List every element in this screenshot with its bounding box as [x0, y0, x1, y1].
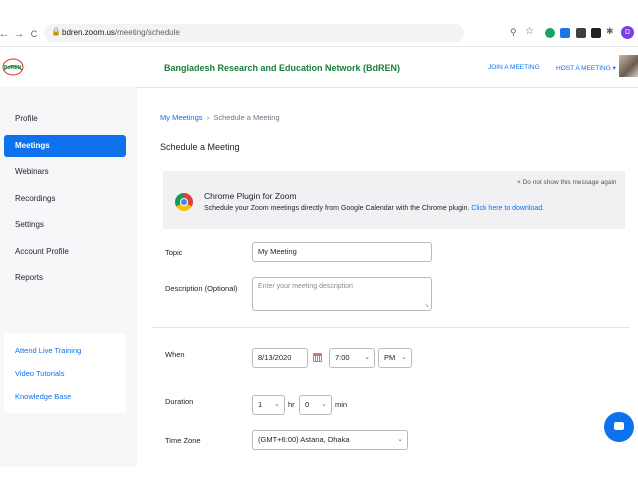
hours-value: 1	[258, 400, 263, 409]
description-textarea[interactable]: Enter your meeting description ↘	[252, 277, 432, 311]
lock-icon: 🔒	[51, 27, 61, 36]
app-header: BdREN Bangladesh Research and Education …	[0, 46, 638, 88]
back-button[interactable]: ←	[0, 27, 10, 41]
breadcrumb-my-meetings[interactable]: My Meetings	[160, 113, 203, 122]
minutes-value: 0	[305, 400, 310, 409]
extension-dark-icon[interactable]	[591, 28, 601, 38]
duration-label: Duration	[165, 397, 194, 406]
extension-shield-icon[interactable]	[576, 28, 586, 38]
ampm-select[interactable]: PM ⌄	[378, 348, 412, 368]
knowledge-base-link[interactable]: Knowledge Base	[15, 392, 71, 401]
sidebar-item-settings[interactable]: Settings	[4, 214, 126, 236]
chevron-down-icon: ⌄	[321, 401, 327, 408]
url-path: /meeting/schedule	[114, 28, 180, 37]
timezone-select[interactable]: (GMT+6:00) Astana, Dhaka ⌄	[252, 430, 408, 450]
url-text: bdren.zoom.us/meeting/schedule	[62, 28, 180, 37]
org-title: Bangladesh Research and Education Networ…	[164, 63, 401, 73]
sidebar-item-account-profile[interactable]: Account Profile	[4, 241, 126, 263]
attend-live-training-link[interactable]: Attend Live Training	[15, 346, 81, 355]
key-icon[interactable]: ⚲	[510, 27, 517, 38]
browser-toolbar: ← → C 🔒 bdren.zoom.us/meeting/schedule ⚲…	[0, 22, 638, 46]
page-title: Schedule a Meeting	[160, 142, 240, 152]
logo-text: BdREN	[4, 65, 22, 71]
sidebar-item-recordings[interactable]: Recordings	[4, 188, 126, 210]
duration-minutes-select[interactable]: 0 ⌄	[299, 395, 332, 415]
chevron-down-icon: ⌄	[401, 354, 407, 361]
download-plugin-link[interactable]: Click here to download.	[471, 205, 544, 212]
topic-label: Topic	[165, 248, 183, 257]
plugin-description-text: Schedule your Zoom meetings directly fro…	[204, 205, 470, 212]
plugin-description: Schedule your Zoom meetings directly fro…	[204, 205, 544, 212]
puzzle-icon[interactable]: ✱	[606, 26, 614, 37]
chat-support-button[interactable]	[604, 412, 634, 442]
chrome-icon	[175, 193, 193, 211]
dismiss-banner-button[interactable]: × Do not show this message again	[517, 179, 617, 186]
forward-button[interactable]: →	[13, 27, 25, 41]
time-select[interactable]: 7:00 ⌄	[329, 348, 375, 368]
reload-button[interactable]: C	[28, 27, 40, 41]
extension-docs-icon[interactable]	[560, 28, 570, 38]
chevron-down-icon: ⌄	[364, 354, 370, 361]
user-avatar[interactable]	[619, 55, 638, 77]
video-tutorials-link[interactable]: Video Tutorials	[15, 369, 64, 378]
sidebar-item-reports[interactable]: Reports	[4, 267, 126, 289]
chrome-plugin-banner: Chrome Plugin for Zoom Schedule your Zoo…	[163, 171, 625, 229]
breadcrumb-current: Schedule a Meeting	[213, 113, 280, 122]
timezone-value: (GMT+6:00) Astana, Dhaka	[258, 435, 350, 444]
timezone-label: Time Zone	[165, 436, 201, 445]
sidebar-item-webinars[interactable]: Webinars	[4, 161, 126, 183]
minutes-unit-label: min	[335, 400, 348, 409]
breadcrumb: My Meetings › Schedule a Meeting	[160, 113, 280, 122]
sidebar: Profile Meetings Webinars Recordings Set…	[0, 87, 137, 467]
hours-unit-label: hr	[288, 400, 295, 409]
sidebar-item-profile[interactable]: Profile	[4, 108, 126, 130]
chevron-down-icon: ⌄	[397, 436, 403, 443]
join-meeting-link[interactable]: JOIN A MEETING	[488, 64, 540, 71]
help-links-panel: Attend Live Training Video Tutorials Kno…	[4, 333, 126, 413]
sidebar-item-meetings[interactable]: Meetings	[4, 135, 126, 157]
breadcrumb-separator: ›	[206, 113, 210, 122]
time-value: 7:00	[335, 353, 350, 362]
description-placeholder: Enter your meeting description	[258, 283, 353, 290]
description-label: Description (Optional)	[165, 284, 238, 293]
profile-avatar[interactable]: D	[621, 26, 634, 39]
resize-handle-icon[interactable]: ↘	[424, 302, 429, 309]
topic-input[interactable]: My Meeting	[252, 242, 432, 262]
calendar-icon[interactable]	[313, 353, 322, 362]
when-label: When	[165, 350, 185, 359]
url-host: bdren.zoom.us	[62, 28, 115, 37]
plugin-title: Chrome Plugin for Zoom	[204, 191, 297, 201]
chevron-down-icon: ⌄	[274, 401, 280, 408]
duration-hours-select[interactable]: 1 ⌄	[252, 395, 285, 415]
date-input[interactable]: 8/13/2020	[252, 348, 308, 368]
star-icon[interactable]: ☆	[525, 26, 534, 37]
section-divider	[152, 327, 630, 328]
extension-grammar-icon[interactable]	[545, 28, 555, 38]
ampm-value: PM	[384, 353, 396, 362]
host-meeting-menu[interactable]: HOST A MEETING ▾	[556, 64, 616, 72]
